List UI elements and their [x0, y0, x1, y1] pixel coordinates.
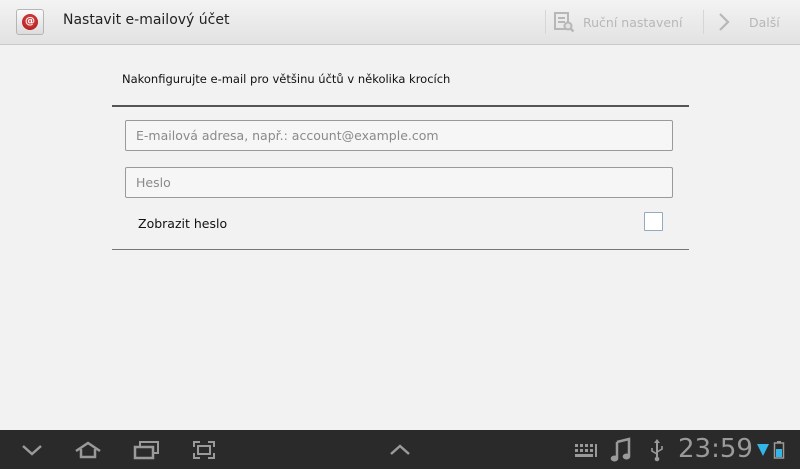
- page-title: Nastavit e-mailový účet: [63, 12, 230, 28]
- show-password-label: Zobrazit heslo: [138, 216, 228, 231]
- recent-apps-button[interactable]: [131, 430, 161, 469]
- show-password-checkbox[interactable]: [644, 212, 663, 231]
- back-button[interactable]: [18, 430, 46, 469]
- usb-icon: [651, 438, 663, 461]
- email-app-icon[interactable]: @: [16, 9, 44, 35]
- action-bar: @ Nastavit e-mailový účet Ruční nastaven…: [0, 0, 800, 45]
- next-button[interactable]: Další: [717, 0, 780, 44]
- instructions-text: Nakonfigurujte e-mail pro většinu účtů v…: [122, 72, 451, 86]
- password-field[interactable]: [125, 167, 673, 198]
- divider: [112, 249, 689, 250]
- battery-status[interactable]: [772, 430, 786, 469]
- manual-setup-icon: [554, 12, 575, 33]
- clock[interactable]: 23:59: [678, 434, 753, 464]
- system-bar: 23:59: [0, 430, 800, 469]
- chevron-up-icon: [390, 443, 410, 455]
- keyboard-icon: [575, 443, 597, 457]
- home-icon: [75, 440, 101, 458]
- music-status[interactable]: [608, 430, 634, 469]
- chevron-right-icon: [719, 13, 730, 31]
- wifi-icon: [757, 443, 769, 456]
- next-label: Další: [749, 14, 780, 30]
- battery-icon: [773, 440, 785, 459]
- back-icon: [22, 444, 42, 456]
- at-sign-icon: @: [22, 14, 38, 30]
- keyboard-status[interactable]: [572, 430, 600, 469]
- usb-status[interactable]: [646, 430, 668, 469]
- recent-apps-icon: [133, 440, 159, 459]
- screenshot-icon: [193, 440, 215, 459]
- email-field[interactable]: [125, 120, 673, 151]
- action-separator: [703, 10, 704, 34]
- action-separator: [545, 10, 546, 34]
- screenshot-button[interactable]: [190, 430, 218, 469]
- divider: [112, 105, 689, 107]
- manual-setup-button[interactable]: Ruční nastavení: [553, 0, 682, 44]
- music-note-icon: [610, 436, 631, 461]
- expand-button[interactable]: [386, 430, 414, 469]
- wifi-status[interactable]: [756, 430, 770, 469]
- manual-setup-label: Ruční nastavení: [583, 14, 683, 30]
- home-button[interactable]: [72, 430, 104, 469]
